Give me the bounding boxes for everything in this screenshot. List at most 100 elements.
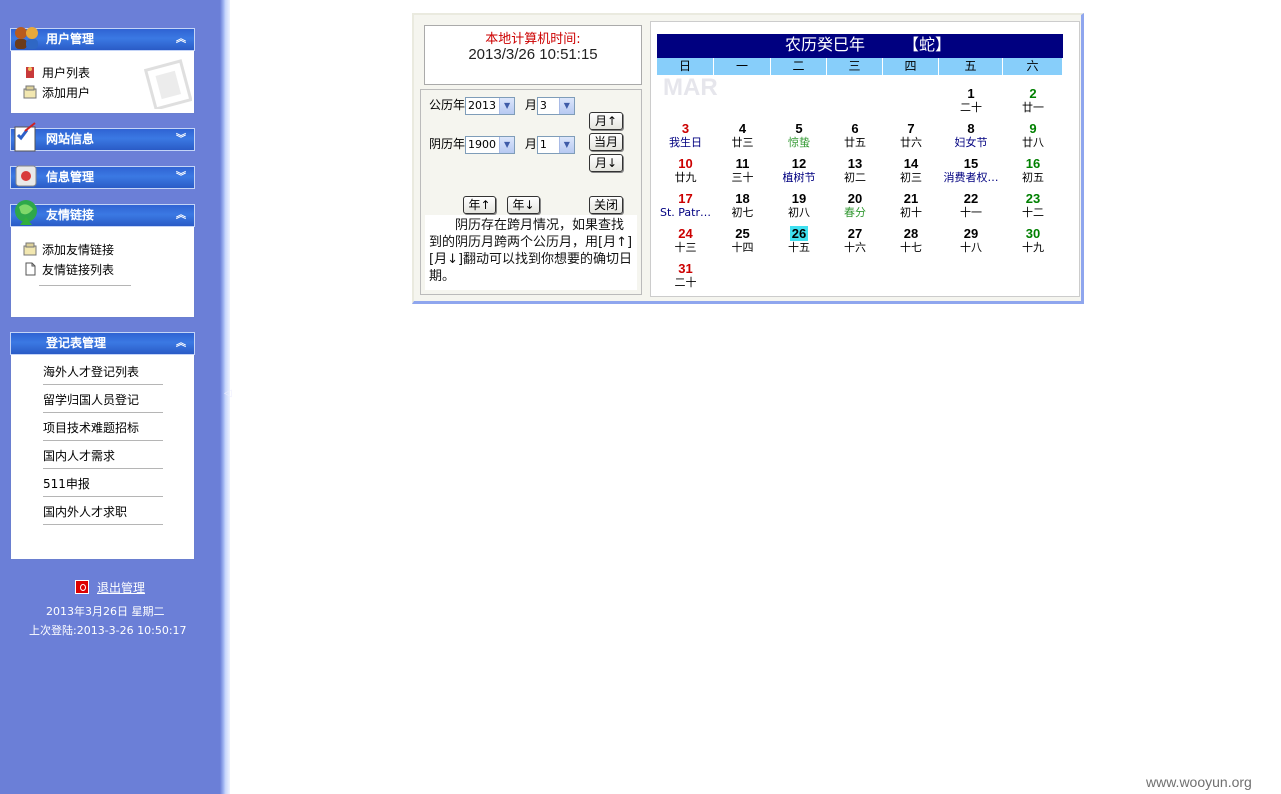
lunar-date: 十四	[731, 241, 754, 254]
day-cell[interactable]: 27 十六	[826, 226, 884, 261]
day-cell[interactable]: 5 惊蛰	[770, 121, 828, 156]
day-number: 11	[735, 156, 750, 171]
logout-link[interactable]: 退出管理	[75, 579, 145, 597]
sidebar-item-add-link[interactable]: 添加友情链接	[23, 241, 114, 259]
lunar-date: 初七	[731, 206, 754, 219]
this-month-button[interactable]: 当月	[589, 133, 623, 151]
sidebar-item-returnees[interactable]: 留学归国人员登记	[43, 385, 163, 413]
year-down-button[interactable]: 年↓	[507, 196, 540, 214]
lunar-date: 十五	[788, 241, 810, 254]
weekday-label: 五	[939, 58, 1003, 75]
day-cell[interactable]: 18 初七	[714, 191, 772, 226]
lunar-row: 阴历年 1900 ▼ 月 1 ▼	[429, 135, 575, 154]
day-number: 24	[678, 226, 693, 241]
day-cell[interactable]: 25 十四	[714, 226, 772, 261]
day-cell[interactable]: 24 十三	[657, 226, 715, 261]
weekday-label: 四	[883, 58, 939, 75]
day-cell[interactable]: 10 廿九	[657, 156, 715, 191]
expand-icon[interactable]: ︾	[176, 167, 186, 188]
day-cell[interactable]: 17 St. Patr…	[657, 191, 715, 226]
day-cell[interactable]: 2 廿一	[1004, 86, 1062, 121]
day-cell[interactable]: 9 廿八	[1004, 121, 1062, 156]
sidebar-item-project-bidding[interactable]: 项目技术难题招标	[43, 413, 163, 441]
day-cell[interactable]: 30 十九	[1004, 226, 1062, 261]
power-icon	[75, 580, 89, 594]
day-number: 5	[795, 121, 803, 136]
day-cell[interactable]: 12 植树节	[770, 156, 828, 191]
chevron-down-icon: ▼	[499, 97, 515, 114]
solar-year-select[interactable]: 2013 ▼	[465, 96, 516, 115]
collapse-icon[interactable]: ︽	[176, 29, 186, 50]
year-up-button[interactable]: 年↑	[463, 196, 496, 214]
day-cell[interactable]: 26 十五	[770, 226, 828, 261]
weekday-label: 三	[827, 58, 883, 75]
expand-icon[interactable]: ︾	[176, 129, 186, 150]
month-grid: 农历癸巳年 【蛇】 MAR 日一二三四五六 1 二十 2 廿一 3 我生日 4 廿三 5 惊蛰 6 廿…	[650, 21, 1080, 297]
solar-month-value: 3	[539, 98, 547, 112]
lunar-date: 廿三	[731, 136, 754, 149]
day-number: 29	[963, 226, 979, 241]
month-up-button[interactable]: 月↑	[589, 112, 623, 130]
day-number: 30	[1025, 226, 1041, 241]
sidebar-item-link-list[interactable]: 友情链接列表	[23, 261, 114, 279]
day-cell[interactable]: 11 三十	[714, 156, 772, 191]
day-cell[interactable]: 1 二十	[942, 86, 1000, 121]
day-number: 15	[963, 156, 979, 171]
day-cell[interactable]: 28 十七	[882, 226, 940, 261]
day-cell[interactable]: 6 廿五	[826, 121, 884, 156]
panel-header-friend-links[interactable]: 友情链接 ︽	[10, 200, 195, 227]
month-down-button[interactable]: 月↓	[589, 154, 623, 172]
sidebar-item-user-list[interactable]: 用户列表	[23, 64, 90, 82]
day-cell[interactable]: 23 十二	[1004, 191, 1062, 226]
panel-header-info-mgmt[interactable]: 信息管理 ︾	[10, 165, 195, 189]
day-cell[interactable]: 7 廿六	[882, 121, 940, 156]
day-number: 9	[1029, 121, 1037, 136]
zodiac-title: 【蛇】	[903, 35, 952, 54]
panel-header-site-info[interactable]: 网站信息 ︾	[10, 122, 195, 152]
lunar-date: 廿八	[1022, 136, 1044, 149]
day-cell[interactable]: 3 我生日	[657, 121, 715, 156]
day-cell[interactable]: 15 消费者权…	[942, 156, 1000, 191]
day-number: 19	[791, 191, 807, 206]
users-icon	[15, 27, 38, 49]
lunar-date: 廿一	[1022, 101, 1044, 114]
day-number: 20	[847, 191, 863, 206]
panel-header-user-mgmt[interactable]: 用户管理 ︽	[10, 27, 195, 51]
day-cell[interactable]: 8 妇女节	[942, 121, 1000, 156]
panel-header-registration[interactable]: 登记表管理 ︽	[10, 332, 195, 355]
sidebar-item-overseas-talent[interactable]: 海外人才登记列表	[43, 357, 163, 385]
day-cell[interactable]: 22 十一	[942, 191, 1000, 226]
chevron-down-icon: ▼	[499, 136, 515, 153]
day-cell[interactable]: 19 初八	[770, 191, 828, 226]
collapse-icon[interactable]: ︽	[176, 205, 186, 226]
collapse-sidebar-icon[interactable]: ◁	[224, 389, 232, 399]
user-list-icon	[26, 67, 34, 78]
sidebar-item-511[interactable]: 511申报	[43, 469, 163, 497]
day-cell[interactable]: 4 廿三	[714, 121, 772, 156]
lunar-year-select[interactable]: 1900 ▼	[465, 135, 516, 154]
day-number: 4	[738, 121, 747, 136]
day-number: 14	[903, 156, 919, 171]
day-cell[interactable]: 20 春分	[826, 191, 884, 226]
day-cell[interactable]: 29 十八	[942, 226, 1000, 261]
panel-body-registration: 海外人才登记列表 留学归国人员登记 项目技术难题招标 国内人才需求 511申报 …	[10, 355, 195, 560]
add-link-icon	[23, 242, 37, 256]
close-button[interactable]: 关闭	[589, 196, 623, 214]
lunar-month-select[interactable]: 1 ▼	[536, 135, 575, 154]
day-cell[interactable]: 16 初五	[1004, 156, 1062, 191]
day-number: 22	[963, 191, 979, 206]
day-cell[interactable]: 21 初十	[882, 191, 940, 226]
solar-month-select[interactable]: 3 ▼	[536, 96, 575, 115]
day-number: 31	[678, 261, 693, 276]
collapse-icon[interactable]: ︽	[176, 333, 186, 354]
logout-label[interactable]: 退出管理	[97, 581, 145, 595]
sidebar-item-add-user[interactable]: 添加用户	[23, 84, 90, 102]
sidebar-item-domestic-demand[interactable]: 国内人才需求	[43, 441, 163, 469]
lunar-date: 二十	[960, 101, 982, 114]
day-number: 1	[967, 86, 975, 101]
sidebar-item-job-seeking[interactable]: 国内外人才求职	[43, 497, 163, 525]
solar-row: 公历年 2013 ▼ 月 3 ▼	[429, 96, 575, 115]
day-cell[interactable]: 31 二十	[657, 261, 715, 296]
day-cell[interactable]: 13 初二	[826, 156, 884, 191]
day-cell[interactable]: 14 初三	[882, 156, 940, 191]
